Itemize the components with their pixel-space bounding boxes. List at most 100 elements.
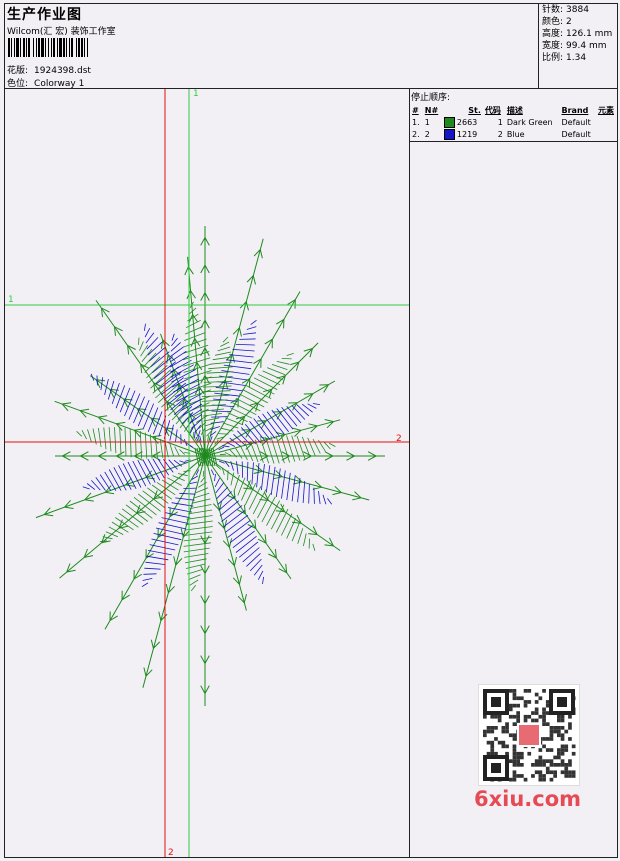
design-barcode (8, 38, 145, 57)
qr-module (516, 711, 520, 715)
embroidery-canvas[interactable]: 1 1 2 2 (5, 89, 409, 858)
stitch-line (171, 502, 194, 507)
qr-module (512, 748, 517, 752)
stitch-line (200, 655, 206, 664)
qr-module (557, 755, 561, 760)
stitch-line (200, 685, 206, 694)
stitch-line (246, 326, 257, 330)
qr-module (542, 711, 546, 715)
stitch-line (95, 477, 106, 491)
stitch-line (220, 341, 230, 347)
qr-module (523, 700, 528, 704)
stitch-line (154, 436, 158, 459)
stitch-line (250, 319, 257, 325)
stitch-line (200, 347, 206, 357)
stitch-line (275, 435, 285, 464)
qr-module (516, 774, 520, 778)
qr-module (512, 759, 517, 763)
stitch-line (87, 429, 92, 443)
stitch-line (253, 377, 278, 390)
row-brand: Default (561, 129, 591, 139)
stitch-line (281, 470, 286, 499)
stitch-line (218, 433, 229, 435)
row-index: 1. (412, 117, 420, 127)
stitch-line (103, 427, 107, 450)
color-swatch-green (443, 116, 455, 128)
stitch-line (188, 574, 201, 581)
color-swatch-blue (443, 128, 455, 140)
qr-module (523, 718, 528, 723)
stitch-line (147, 458, 161, 481)
qr-module (531, 718, 535, 723)
stitch-line (323, 441, 331, 450)
stitch-line (346, 455, 355, 461)
qr-module (490, 726, 495, 730)
qr-module (560, 726, 565, 730)
stitch-line (98, 427, 102, 448)
stitch-line (270, 436, 280, 464)
qr-module (512, 714, 517, 719)
stitch-line (139, 430, 142, 459)
stitch-line (312, 403, 321, 405)
row-element (596, 116, 618, 128)
stitch-line (158, 611, 162, 621)
stitch-line (160, 339, 164, 349)
qr-module (568, 726, 572, 730)
qr-module (553, 770, 557, 775)
qr-module (516, 714, 520, 719)
qr-module (560, 763, 565, 767)
stitch-line (217, 346, 231, 352)
stitch-line (118, 465, 132, 490)
stitch-line (192, 432, 194, 440)
qr-module (486, 729, 491, 734)
table-row[interactable]: 2. 2 1219 2 Blue Default (410, 128, 618, 140)
qr-module (542, 774, 546, 778)
qr-module (523, 714, 528, 719)
qr-module (564, 774, 569, 778)
guide-label-red-v: 2 (168, 848, 174, 857)
stitch-line (204, 320, 210, 329)
qr-module (512, 755, 517, 760)
stitch-line (281, 407, 298, 427)
stop-sequence-panel: 停止顺序: # N# St. 代码 描述 Brand 元素 1. 1 2663 … (410, 89, 618, 140)
stitch-line (128, 393, 141, 420)
qr-module (505, 722, 509, 726)
stitch-line (251, 462, 254, 485)
qr-module (494, 726, 498, 730)
spec-summary: 针数: 3884 颜色: 2 高度: 126.1 mm 宽度: 99.4 mm 比例: 1… (542, 4, 618, 64)
qr-module (512, 737, 517, 741)
spec-stitches: 针数: 3884 (542, 4, 618, 16)
qr-module (520, 755, 524, 760)
design-preview[interactable]: 1 1 2 2 (5, 89, 409, 858)
col-element: 元素 (597, 105, 614, 115)
stitch-line (145, 332, 155, 344)
qr-module (542, 707, 546, 712)
qr-module (538, 759, 543, 763)
stitch-line (80, 455, 89, 461)
stitch-line (161, 517, 189, 524)
col-description: 描述 (506, 105, 523, 115)
qr-module (557, 714, 561, 719)
table-row[interactable]: 1. 1 2663 1 Dark Green Default (410, 116, 618, 128)
stitch-line (150, 369, 171, 389)
stitch-line (204, 455, 247, 611)
stitch-line (183, 470, 191, 472)
qr-module (549, 737, 554, 741)
qr-module (531, 711, 535, 715)
stitch-line (291, 523, 300, 542)
row-code: 2 (497, 129, 503, 139)
qr-module (486, 740, 491, 745)
spec-value: 1.34 (566, 53, 587, 63)
stitch-line (233, 556, 237, 566)
qr-module (560, 744, 565, 749)
stitch-line (173, 556, 177, 566)
qr-module (560, 733, 565, 738)
qr-module (494, 714, 498, 719)
stitch-line (204, 595, 210, 604)
stitch-line (239, 338, 256, 340)
qr-module (534, 718, 539, 723)
stitch-line (303, 533, 307, 547)
stitch-line (160, 377, 184, 396)
stitch-line (271, 364, 288, 370)
qr-module (549, 729, 554, 734)
